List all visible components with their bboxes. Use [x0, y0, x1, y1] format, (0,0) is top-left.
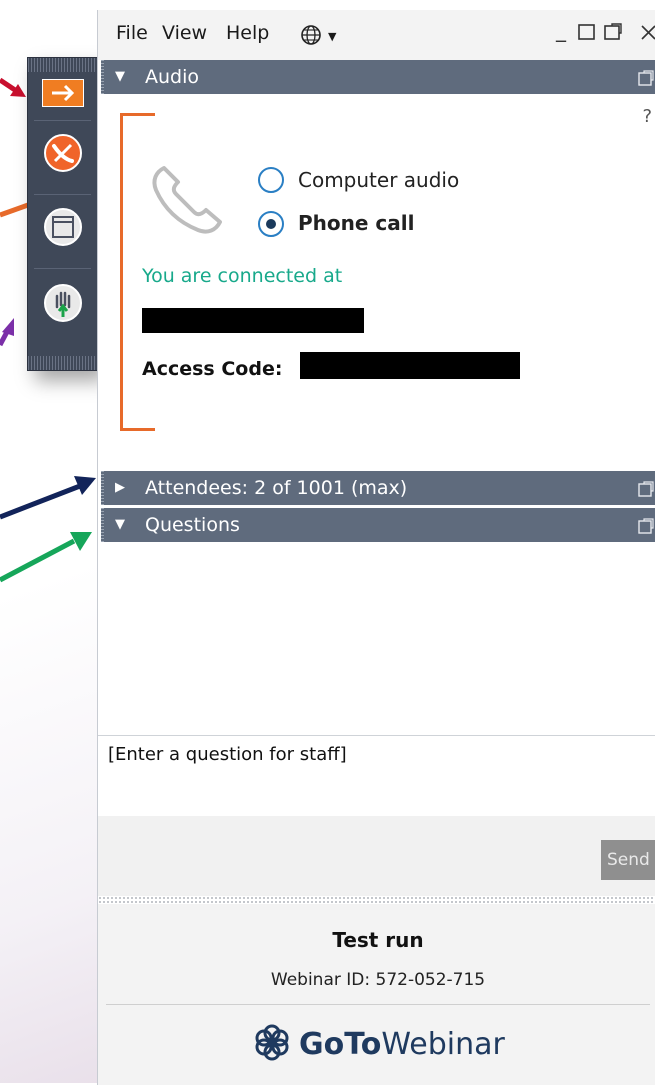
control-toolbar: [27, 57, 98, 371]
webinar-id: Webinar ID: 572-052-715: [270, 970, 486, 990]
menu-bar: File View Help ▼ _: [98, 10, 655, 60]
connected-status-text: You are connected at: [142, 265, 343, 287]
resize-grip[interactable]: [98, 896, 655, 904]
phone-call-label[interactable]: Phone call: [298, 211, 414, 235]
toolbar-window-button[interactable]: [28, 200, 97, 258]
brand-goto: GoTo: [299, 1026, 382, 1062]
toolbar-raise-hand-button[interactable]: [28, 276, 97, 334]
chevron-down-icon: ▼: [328, 30, 337, 43]
menu-help[interactable]: Help: [226, 22, 269, 44]
caret-down-icon: ▼: [115, 517, 125, 532]
toolbar-collapse-button[interactable]: [28, 74, 97, 116]
send-button[interactable]: Send: [601, 840, 655, 880]
redacted-access-code: [300, 352, 520, 379]
globe-icon: [300, 25, 328, 51]
attendees-header-title: Attendees: 2 of 1001 (max): [145, 477, 408, 499]
language-menu[interactable]: ▼: [300, 24, 337, 51]
close-icon[interactable]: [640, 22, 655, 46]
send-area: Send: [98, 816, 655, 896]
gotowebinar-logo: GoToWebinar: [253, 1024, 505, 1064]
phone-icon: [146, 160, 226, 244]
toolbar-mute-button[interactable]: [28, 126, 97, 184]
questions-section-header[interactable]: ▼ Questions: [101, 508, 655, 542]
maximize-icon[interactable]: [578, 22, 596, 46]
question-input-placeholder: [Enter a question for staff]: [108, 744, 347, 765]
questions-header-title: Questions: [145, 514, 240, 536]
brand-webinar: Webinar: [381, 1026, 505, 1062]
raise-hand-icon: [43, 283, 83, 327]
arrow-right-icon: [40, 78, 85, 111]
access-code-label: Access Code:: [142, 358, 283, 380]
menu-view[interactable]: View: [162, 22, 207, 44]
caret-down-icon: ▼: [115, 69, 125, 84]
minimize-icon[interactable]: _: [556, 18, 566, 42]
computer-audio-label[interactable]: Computer audio: [298, 168, 459, 192]
control-panel-window: File View Help ▼ _ ▼ Audio ? Computer au…: [97, 10, 655, 1085]
audio-help-icon[interactable]: ?: [642, 106, 652, 127]
popout-icon[interactable]: [638, 512, 654, 546]
gotowebinar-flower-icon: [253, 1023, 291, 1065]
audio-header-title: Audio: [145, 66, 200, 88]
popout-icon[interactable]: [638, 64, 654, 98]
menu-file[interactable]: File: [116, 22, 148, 44]
webinar-title: Test run: [332, 928, 424, 952]
attendees-section-header[interactable]: ▶ Attendees: 2 of 1001 (max): [101, 471, 655, 505]
popout-icon[interactable]: [638, 475, 654, 509]
phone-call-radio[interactable]: [258, 211, 284, 237]
popout-icon[interactable]: [604, 22, 622, 46]
questions-log[interactable]: [98, 542, 655, 734]
computer-audio-radio[interactable]: [258, 167, 284, 193]
mute-phone-icon: [43, 133, 83, 177]
caret-right-icon: ▶: [115, 480, 125, 495]
question-input[interactable]: [Enter a question for staff]: [98, 735, 655, 817]
audio-section-header[interactable]: ▼ Audio: [101, 60, 655, 94]
window-icon: [43, 207, 83, 251]
webinar-footer: Test run Webinar ID: 572-052-715 GoToWeb…: [98, 904, 655, 1085]
toolbar-grip-bottom[interactable]: [28, 356, 97, 370]
toolbar-grip-top[interactable]: [28, 58, 97, 72]
redacted-phone-number: [142, 308, 364, 333]
